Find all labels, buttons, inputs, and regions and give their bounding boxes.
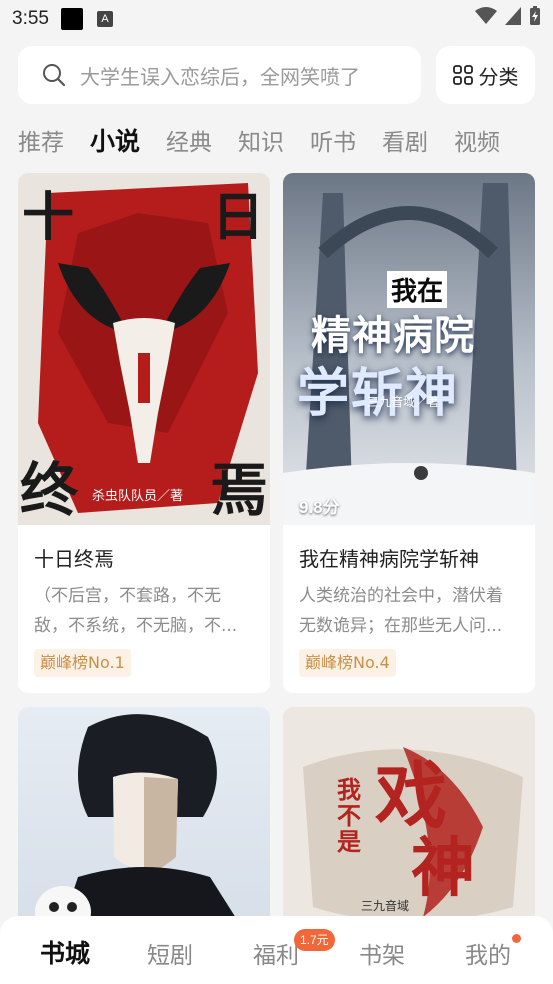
book-cover-2: 我在 精神病院 学斩神 三九音域／著 9.8分 [283, 173, 535, 525]
cover-art-3 [35, 714, 248, 937]
notification-icon [60, 8, 83, 30]
cover-char-ten: 十 [22, 188, 75, 248]
cover-author: 三九音域 [361, 899, 410, 913]
status-bar: 3:55 A [0, 0, 553, 38]
category-tabs: 推荐 小说 经典 知识 听书 看剧 视频 [18, 118, 526, 162]
tab-audiobook[interactable]: 听书 [310, 123, 356, 157]
book-description: 人类统治的社会中，潜伏着 无数诡异；在那些无人问... [299, 581, 521, 641]
search-placeholder: 大学生误入恋综后，全网笑喷了 [80, 64, 360, 89]
cover-author: 杀虫队队员／著 [92, 489, 184, 504]
search-input[interactable]: 大学生误入恋综后，全网笑喷了 [18, 46, 421, 104]
search-icon [43, 64, 66, 87]
cover-char-end: 终 [20, 456, 79, 524]
cover-title-line3: 神 [411, 832, 475, 906]
book-cover-4: 我不是 戏 神 三九音域 [283, 707, 535, 937]
cover-char-yan: 焉 [209, 456, 268, 524]
book-description-line: 人类统治的社会中，潜伏着 [299, 586, 503, 606]
cover-char-day: 日 [211, 188, 264, 248]
category-label: 分类 [478, 64, 519, 89]
score-label: 9.8分 [299, 498, 340, 517]
battery-icon [530, 6, 540, 25]
tab-knowledge[interactable]: 知识 [238, 123, 284, 157]
tab-recommend[interactable]: 推荐 [18, 123, 64, 157]
wifi-icon [475, 7, 497, 24]
cover-title-line1: 我不是 [337, 776, 361, 856]
cover-author: 三九音域／著 [367, 395, 440, 409]
grid-icon [452, 65, 473, 85]
nav-mine[interactable]: 我的 [465, 936, 511, 970]
book-card-4[interactable]: 我不是 戏 神 三九音域 [283, 707, 535, 937]
nav-short-drama[interactable]: 短剧 [147, 936, 193, 970]
cover-title-line3: 学斩神 [297, 364, 460, 424]
book-title: 十日终焉 [34, 547, 114, 571]
nav-welfare[interactable]: 福利 [253, 936, 299, 970]
welfare-badge: 1.7元 [294, 929, 335, 951]
rank-badge: 巅峰榜No.4 [299, 649, 396, 677]
book-card-1[interactable]: 十 日 终 焉 杀虫队队员／著 十日终焉 （不后宫，不套路，不无 敌，不系统，不… [18, 173, 270, 693]
book-description: （不后宫，不套路，不无 敌，不系统，不无脑，不... [34, 581, 256, 641]
book-cover-1: 十 日 终 焉 杀虫队队员／著 [18, 173, 270, 525]
status-time: 3:55 [12, 8, 49, 29]
book-cover-3 [18, 707, 270, 937]
nav-bookshelf[interactable]: 书架 [359, 936, 405, 970]
tab-drama[interactable]: 看剧 [382, 123, 428, 157]
rank-badge: 巅峰榜No.1 [34, 649, 131, 677]
book-description-line: （不后宫，不套路，不无 [34, 586, 221, 606]
app-notification-icon: A [96, 11, 113, 27]
tab-novel[interactable]: 小说 [90, 122, 140, 158]
category-button[interactable]: 分类 [436, 46, 535, 104]
tab-video[interactable]: 视频 [454, 123, 500, 157]
nav-bookstore[interactable]: 书城 [40, 934, 90, 970]
book-description-line: 无数诡异；在那些无人问... [299, 616, 503, 636]
book-title: 我在精神病院学斩神 [299, 547, 479, 571]
book-card-3[interactable] [18, 707, 270, 937]
book-description-line: 敌，不系统，不无脑，不... [34, 616, 238, 636]
signal-icon [505, 7, 521, 25]
book-card-2[interactable]: 我在 精神病院 学斩神 三九音域／著 9.8分 我在精神病院学斩神 人类统治的社… [283, 173, 535, 693]
tab-classic[interactable]: 经典 [166, 123, 212, 157]
notification-dot [512, 934, 521, 943]
